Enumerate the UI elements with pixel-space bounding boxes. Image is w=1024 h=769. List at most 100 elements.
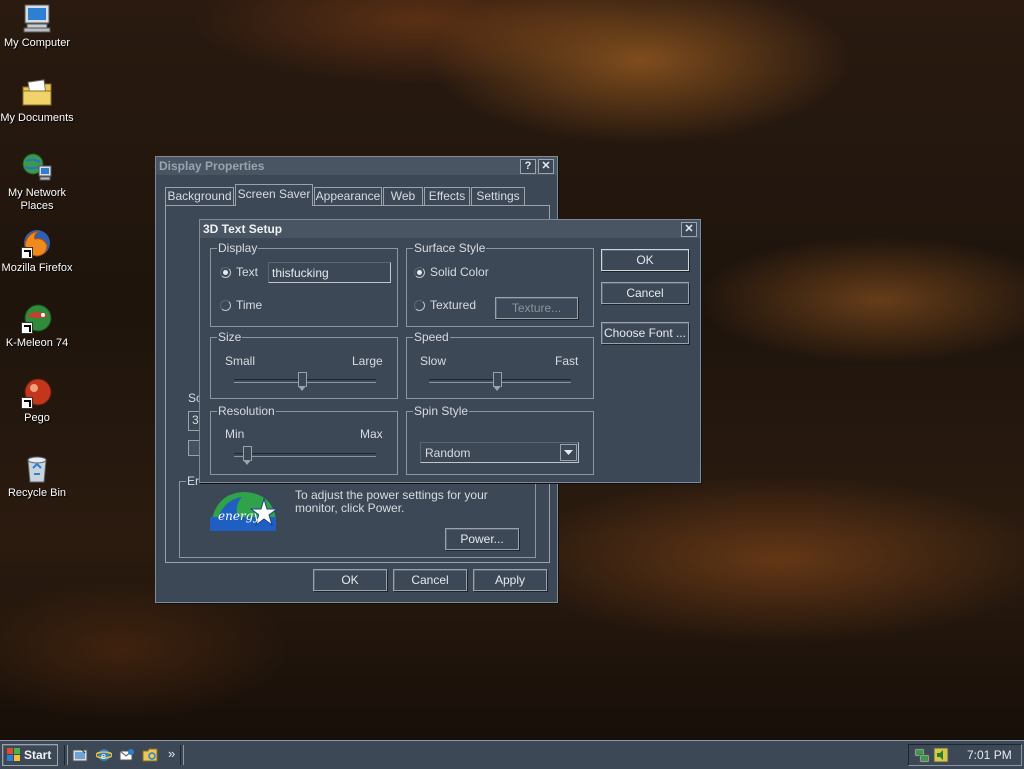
time-radio-label: Time xyxy=(236,298,263,312)
choose-font-button[interactable]: Choose Font ... xyxy=(601,322,689,344)
start-button[interactable]: Start xyxy=(2,744,58,766)
quicklaunch-more-button[interactable]: » xyxy=(168,746,175,761)
desktop-icon-label: My Computer xyxy=(3,37,71,49)
ok-button[interactable]: OK xyxy=(313,569,387,591)
taskbar: Start e » 7:01 PM xyxy=(0,740,1024,769)
text-radio-option[interactable]: Text xyxy=(220,265,258,279)
my-documents-icon xyxy=(21,77,53,109)
clock[interactable]: 7:01 PM xyxy=(967,748,1012,762)
surface-style-group-label: Surface Style xyxy=(414,241,486,255)
display-group: Display xyxy=(210,241,398,327)
window-title: Display Properties xyxy=(159,159,265,173)
my-computer-icon xyxy=(21,2,53,34)
speed-slider-thumb[interactable] xyxy=(493,372,503,391)
apply-button[interactable]: Apply xyxy=(473,569,547,591)
energy-star-wordmark: energy xyxy=(218,509,261,523)
windows-explorer-icon[interactable] xyxy=(142,747,158,763)
display-text-input[interactable] xyxy=(268,262,391,283)
time-radio-option[interactable]: Time xyxy=(220,298,262,312)
outlook-express-icon[interactable] xyxy=(119,747,135,763)
solid-color-radio-option[interactable]: Solid Color xyxy=(414,265,489,279)
power-button[interactable]: Power... xyxy=(445,528,519,550)
ok-button[interactable]: OK xyxy=(601,249,689,271)
system-tray: 7:01 PM xyxy=(908,744,1022,766)
tab-appearance[interactable]: Appearance xyxy=(314,187,382,205)
energy-star-logo: energy xyxy=(208,489,280,533)
spin-style-value: Random xyxy=(425,446,471,460)
speed-group-label: Speed xyxy=(414,330,449,344)
desktop-icon-label: K-Meleon 74 xyxy=(5,337,69,349)
tab-web[interactable]: Web xyxy=(383,187,423,205)
help-button[interactable]: ? xyxy=(520,159,536,174)
cancel-button[interactable]: Cancel xyxy=(393,569,467,591)
texture-button[interactable]: Texture... xyxy=(495,297,578,319)
desktop-icon-my-documents[interactable]: My Documents xyxy=(0,77,74,125)
volume-tray-icon[interactable] xyxy=(933,747,949,763)
chevron-down-icon xyxy=(564,450,573,455)
resolution-slider-thumb[interactable] xyxy=(242,446,252,465)
spin-style-group: Spin Style xyxy=(406,404,594,475)
energy-group-label: Er xyxy=(187,474,199,488)
tab-strip: Background Screen Saver Appearance Web E… xyxy=(165,184,550,206)
desktop-icon-firefox[interactable]: Mozilla Firefox xyxy=(0,227,74,275)
desktop-icon-label: My Documents xyxy=(0,112,74,124)
textured-label: Textured xyxy=(430,298,477,312)
tab-screen-saver[interactable]: Screen Saver xyxy=(235,184,313,206)
speed-max-label: Fast xyxy=(555,354,579,368)
close-button[interactable]: ✕ xyxy=(538,159,554,174)
network-places-icon xyxy=(21,152,53,184)
spin-style-select[interactable]: Random xyxy=(420,442,579,463)
k-meleon-icon xyxy=(21,302,53,334)
tab-settings[interactable]: Settings xyxy=(471,187,525,205)
textured-radio-option[interactable]: Textured xyxy=(414,298,476,312)
desktop-icon-label: Mozilla Firefox xyxy=(1,262,73,274)
tab-effects[interactable]: Effects xyxy=(424,187,470,205)
size-min-label: Small xyxy=(225,354,256,368)
resolution-max-label: Max xyxy=(360,427,383,441)
time-radio[interactable] xyxy=(220,300,231,312)
close-button[interactable]: ✕ xyxy=(681,221,697,237)
desktop-icon-label: Pego xyxy=(24,412,50,424)
text-radio[interactable] xyxy=(220,267,231,279)
shortcut-arrow-icon xyxy=(21,397,33,409)
show-desktop-icon[interactable] xyxy=(72,747,88,763)
spin-style-group-label: Spin Style xyxy=(414,404,469,418)
resolution-group-label: Resolution xyxy=(218,404,275,418)
resolution-slider-track xyxy=(234,453,376,457)
desktop-icon-recycle-bin[interactable]: Recycle Bin xyxy=(0,452,74,500)
desktop-icon-k-meleon[interactable]: K-Meleon 74 xyxy=(0,302,74,350)
solid-color-label: Solid Color xyxy=(430,265,489,279)
display-properties-titlebar[interactable]: Display Properties ? ✕ xyxy=(156,157,557,175)
taskbar-separator xyxy=(180,745,184,765)
internet-explorer-icon[interactable]: e xyxy=(95,747,113,763)
resolution-min-label: Min xyxy=(225,427,245,441)
pego-icon xyxy=(21,377,53,409)
cancel-button[interactable]: Cancel xyxy=(601,282,689,304)
power-description: To adjust the power settings for your mo… xyxy=(295,488,488,515)
desktop-icon-pego[interactable]: Pego xyxy=(0,377,74,425)
size-group-label: Size xyxy=(218,330,242,344)
solid-color-radio[interactable] xyxy=(414,267,425,279)
svg-text:e: e xyxy=(101,751,106,761)
text3d-setup-dialog: 3D Text Setup ✕ Display Text Time Surfac… xyxy=(199,219,701,483)
tab-background[interactable]: Background xyxy=(165,187,234,205)
desktop-icon-network-places[interactable]: My Network Places xyxy=(0,152,74,213)
speed-min-label: Slow xyxy=(420,354,447,368)
size-slider-thumb[interactable] xyxy=(298,372,308,391)
dialog-title: 3D Text Setup xyxy=(203,222,283,236)
dropdown-button[interactable] xyxy=(560,444,577,461)
shortcut-arrow-icon xyxy=(21,322,33,334)
display-group-label: Display xyxy=(218,241,258,255)
desktop-icon-label: My Network Places xyxy=(7,187,67,212)
text3d-setup-titlebar[interactable]: 3D Text Setup ✕ xyxy=(200,220,700,238)
size-max-label: Large xyxy=(352,354,383,368)
desktop-icon-label: Recycle Bin xyxy=(7,487,67,499)
text-radio-label: Text xyxy=(236,265,259,279)
firefox-icon xyxy=(21,227,53,259)
recycle-bin-icon xyxy=(21,452,53,484)
shortcut-arrow-icon xyxy=(21,247,33,259)
desktop-icon-my-computer[interactable]: My Computer xyxy=(0,2,74,50)
network-tray-icon[interactable] xyxy=(914,747,930,763)
start-label: Start xyxy=(24,748,52,762)
textured-radio[interactable] xyxy=(414,300,425,312)
